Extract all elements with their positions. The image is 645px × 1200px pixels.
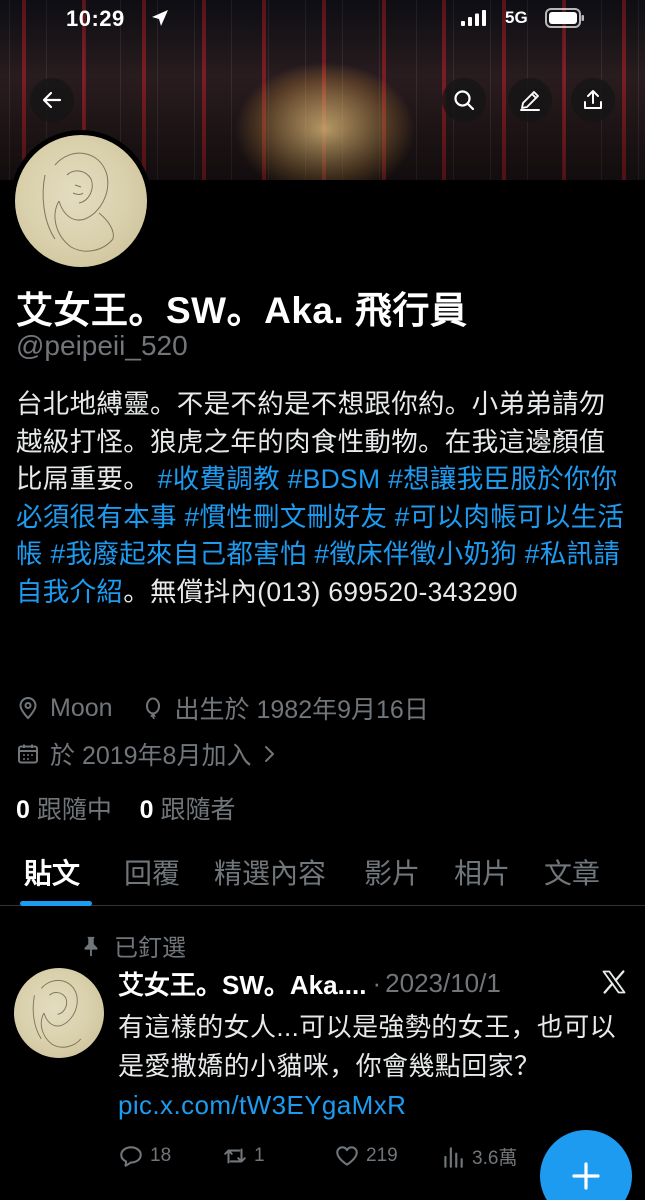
- back-arrow-icon: [42, 91, 62, 109]
- reply-count: 18: [150, 1145, 172, 1166]
- following-link[interactable]: 0 跟隨中: [16, 796, 112, 824]
- bio-text: [387, 502, 395, 532]
- followers-count: 0: [139, 796, 154, 824]
- profile-joined: 於 2019年8月加入: [50, 742, 252, 770]
- tab-posts[interactable]: 貼文: [24, 852, 80, 892]
- active-tab-indicator: [20, 901, 92, 906]
- pinned-indicator: 已釘選: [80, 928, 186, 963]
- signal-icon: [461, 10, 486, 26]
- like-count: 219: [366, 1145, 398, 1166]
- like-button[interactable]: 219: [334, 1143, 398, 1169]
- network-type: 5G: [505, 8, 528, 27]
- tab-photos[interactable]: 相片: [454, 852, 510, 892]
- avatar-image: [15, 135, 147, 267]
- share-icon: [584, 90, 602, 109]
- balloon-icon: [145, 697, 160, 720]
- display-name: 艾女王。SW。Aka. 飛行員: [16, 290, 468, 331]
- profile-birthday: 出生於 1982年9月16日: [174, 696, 429, 724]
- heart-icon: [336, 1146, 358, 1166]
- search-icon: [454, 90, 475, 111]
- chevron-right-icon: [265, 746, 275, 762]
- status-bar: 10:29 5G: [0, 0, 645, 40]
- bio-hashtag[interactable]: #BDSM: [288, 464, 381, 494]
- retweet-button[interactable]: 1: [222, 1143, 265, 1169]
- tab-replies[interactable]: 回覆: [124, 852, 180, 892]
- tab-highlights[interactable]: 精選內容: [214, 852, 326, 892]
- retweet-icon: [224, 1148, 246, 1164]
- view-count: 3.6萬: [472, 1148, 518, 1169]
- tweet-text: 有這樣的女人...可以是強勢的女王，也可以是愛撒嬌的小貓咪，你會幾點回家？: [118, 1012, 617, 1081]
- bio-hashtag[interactable]: #收費調教: [158, 464, 280, 494]
- reply-icon: [120, 1146, 142, 1167]
- calendar-icon: [18, 744, 38, 764]
- plus-icon: [572, 1162, 600, 1190]
- status-time: 10:29: [66, 6, 125, 31]
- following-label: 跟隨中: [36, 796, 112, 824]
- pencil-icon: [520, 91, 540, 111]
- share-button[interactable]: [571, 78, 615, 122]
- profile-location: Moon: [50, 693, 113, 722]
- followers-link[interactable]: 0 跟隨者: [140, 796, 236, 824]
- tweet-media-link[interactable]: pic.x.com/tW3EYgaMxR: [118, 1090, 406, 1120]
- bio-text: [280, 464, 288, 494]
- bio-text: [380, 464, 388, 494]
- bio-hashtag[interactable]: #我廢起來自己都害怕: [50, 539, 306, 569]
- tweet-text-block: 有這樣的女人...可以是強勢的女王，也可以是愛撒嬌的小貓咪，你會幾點回家？ pi…: [118, 1008, 628, 1125]
- user-handle: @peipeii_520: [16, 330, 188, 361]
- tweet-actions: 18 1 219 3.6萬: [118, 1143, 538, 1175]
- bio-hashtag[interactable]: #徵床伴徵小奶狗: [314, 539, 517, 569]
- profile-meta-row-1: Moon 出生於 1982年9月16日: [16, 690, 429, 726]
- search-button[interactable]: [442, 78, 486, 122]
- retweet-count: 1: [254, 1145, 265, 1166]
- reply-button[interactable]: 18: [118, 1143, 171, 1169]
- edit-button[interactable]: [508, 78, 552, 122]
- bio-text: [517, 539, 525, 569]
- tweet-author-avatar[interactable]: [14, 968, 104, 1058]
- location-arrow-icon: [152, 10, 168, 26]
- tweet-separator: ·: [372, 968, 382, 998]
- bio-text: 。無償抖內(013) 699520-343290: [123, 576, 518, 607]
- x-logo-icon: [602, 970, 626, 994]
- followers-label: 跟隨者: [160, 796, 236, 824]
- tweet-author-name[interactable]: 艾女王。SW。Aka....: [118, 965, 366, 1002]
- tab-videos[interactable]: 影片: [364, 852, 420, 892]
- pin-icon: [84, 936, 98, 956]
- tweet-header: 艾女王。SW。Aka.... · 2023/10/1: [118, 965, 501, 1002]
- profile-bio: 台北地縛靈。不是不約是不想跟你約。小弟弟請勿越級打怪。狼虎之年的肉食性動物。在我…: [16, 386, 631, 611]
- pinned-label: 已釘選: [114, 935, 186, 962]
- battery-icon: [545, 8, 584, 28]
- follow-counts: 0 跟隨中 0 跟隨者: [16, 790, 236, 826]
- profile-avatar[interactable]: [10, 130, 152, 272]
- compose-button[interactable]: [540, 1130, 632, 1200]
- profile-meta-row-2[interactable]: 於 2019年8月加入: [16, 736, 289, 772]
- profile-tabs: 貼文 回覆 精選內容 影片 相片 文章: [0, 848, 645, 906]
- tweet-date[interactable]: 2023/10/1: [385, 968, 501, 999]
- views-button[interactable]: 3.6萬: [440, 1143, 517, 1170]
- tab-articles[interactable]: 文章: [544, 852, 600, 892]
- following-count: 0: [16, 796, 30, 824]
- back-button[interactable]: [30, 78, 74, 122]
- analytics-icon: [444, 1146, 463, 1168]
- bio-hashtag[interactable]: #慣性刪文刪好友: [184, 502, 387, 532]
- location-pin-icon: [19, 697, 37, 720]
